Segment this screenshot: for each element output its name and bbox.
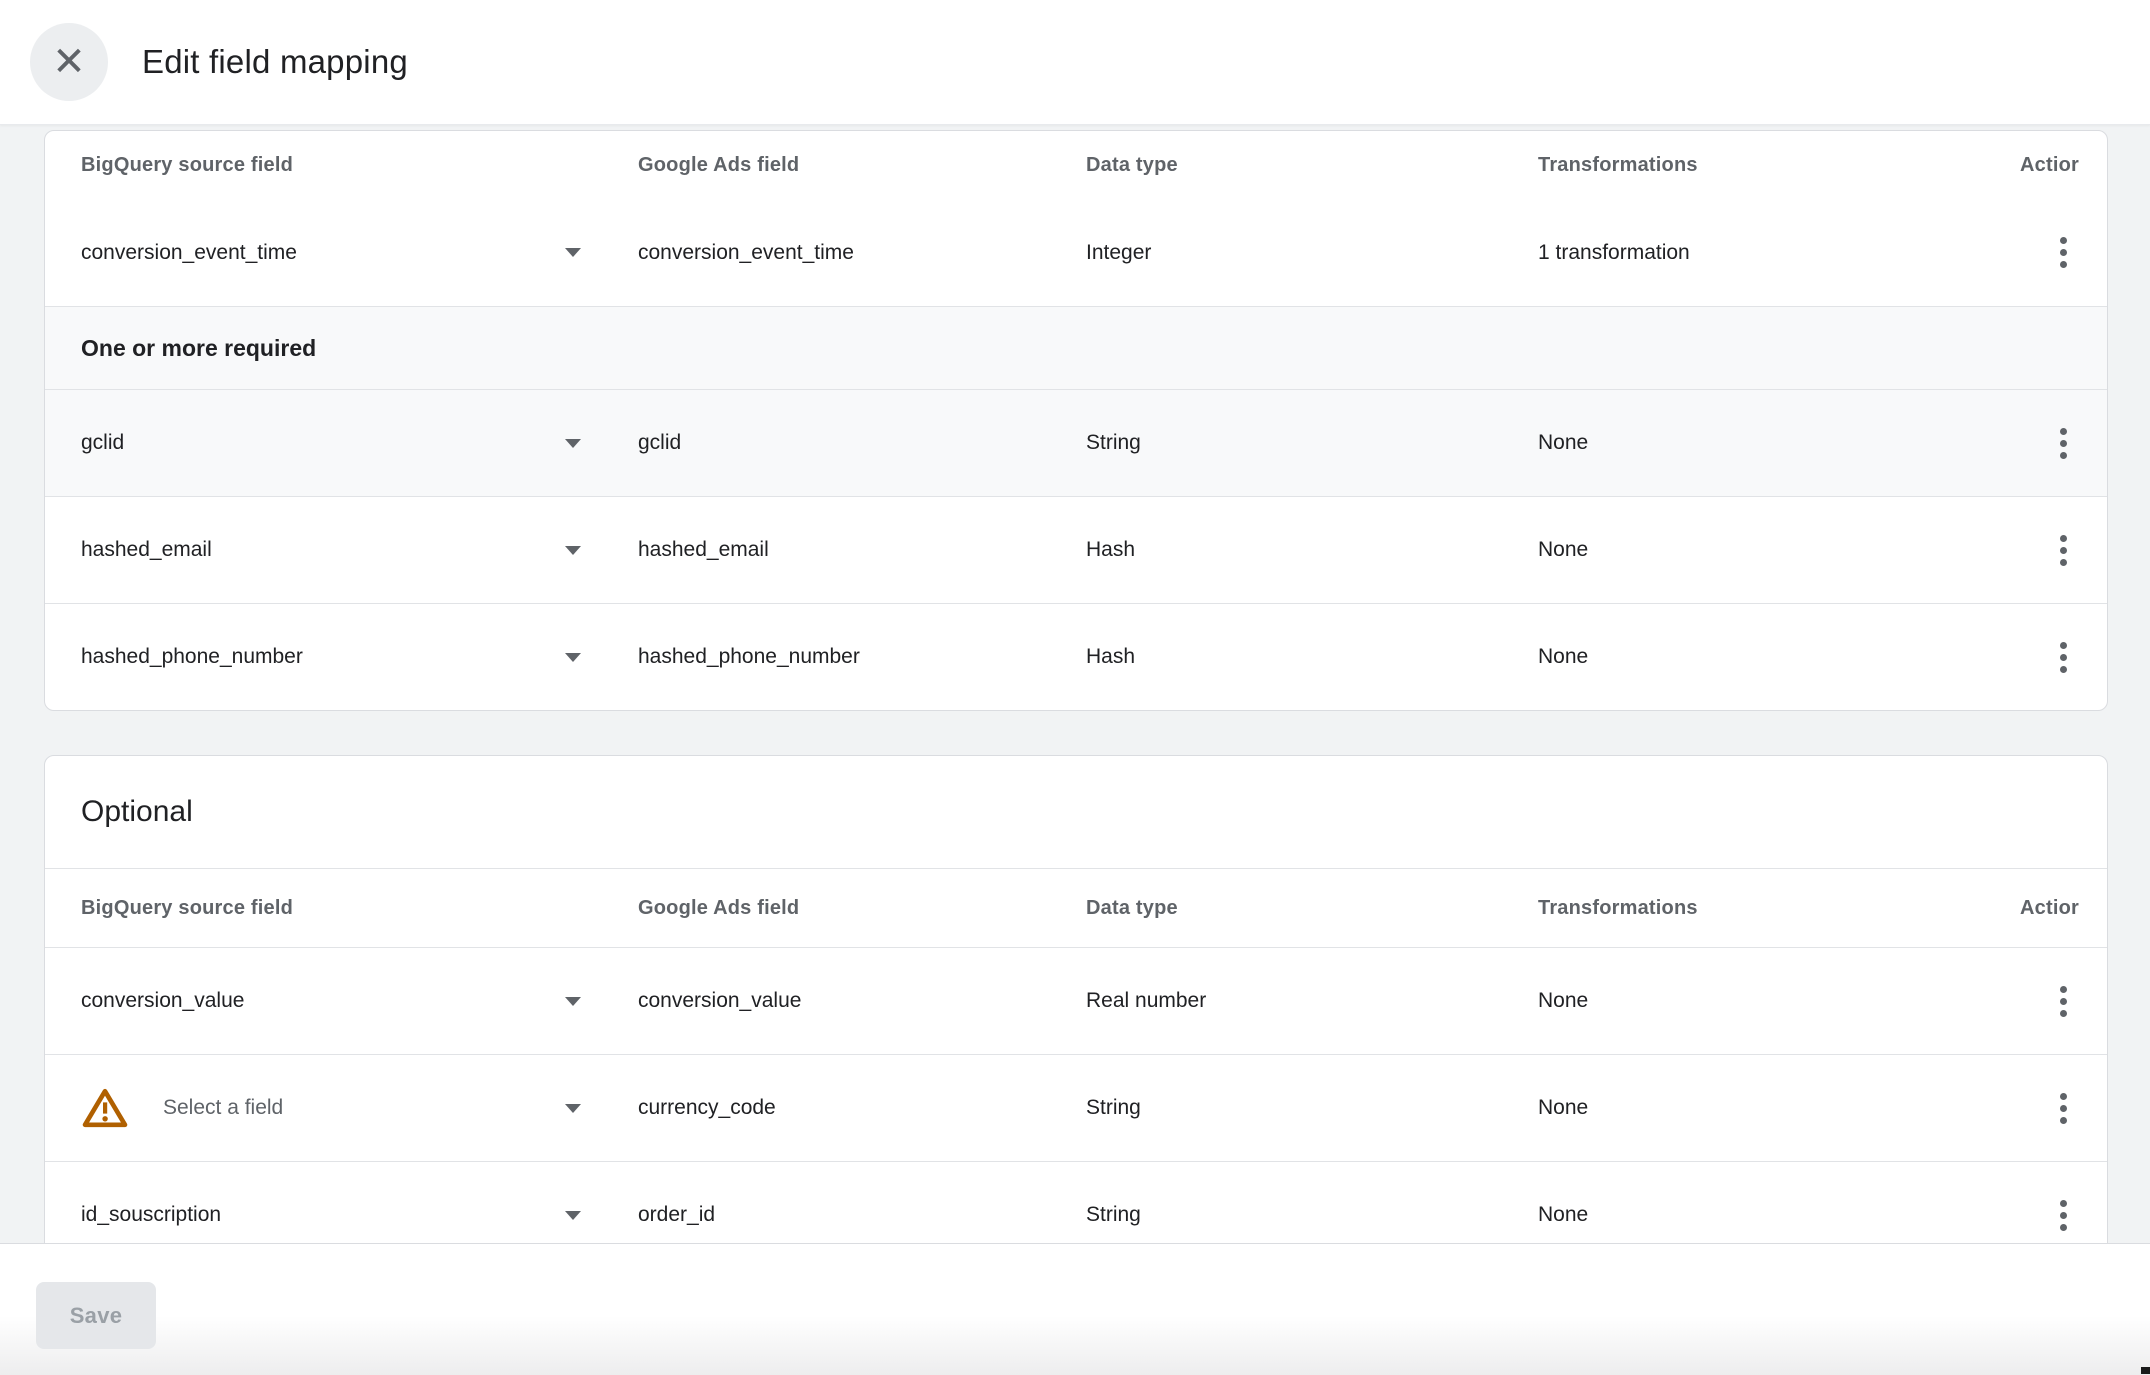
source-field-select[interactable]: hashed_email <box>45 538 638 562</box>
data-type-value: String <box>1086 431 1538 455</box>
source-field-value: conversion_event_time <box>81 241 297 265</box>
source-field-value: conversion_value <box>81 989 244 1013</box>
source-field-select[interactable]: hashed_phone_number <box>45 645 638 669</box>
kebab-menu-icon[interactable] <box>2056 1193 2071 1237</box>
source-field-value: gclid <box>81 431 124 455</box>
kebab-menu-icon[interactable] <box>2056 231 2071 275</box>
chevron-down-icon <box>565 997 581 1006</box>
column-header-data-type: Data type <box>1086 154 1538 177</box>
field-mapping-row: conversion_value conversion_value Real n… <box>45 947 2107 1054</box>
field-mapping-row: conversion_event_time conversion_event_t… <box>45 199 2107 306</box>
data-type-value: String <box>1086 1096 1538 1120</box>
column-header-bigquery-source-field: BigQuery source field <box>45 897 638 920</box>
optional-fields-card: Optional BigQuery source field Google Ad… <box>44 755 2108 1275</box>
google-ads-field-value: hashed_email <box>638 538 1086 562</box>
transformations-value: None <box>1538 989 1989 1013</box>
source-field-select[interactable]: conversion_value <box>45 989 638 1013</box>
source-field-select[interactable]: Select a field <box>45 1086 638 1130</box>
source-field-value: id_souscription <box>81 1203 221 1227</box>
chevron-down-icon <box>565 439 581 448</box>
column-header-action: Actior <box>1989 154 2107 177</box>
page-title: Edit field mapping <box>142 43 408 81</box>
chevron-down-icon <box>565 546 581 555</box>
chevron-down-icon <box>565 653 581 662</box>
section-header-row: One or more required <box>45 306 2107 389</box>
transformations-value: None <box>1538 645 1989 669</box>
data-type-value: Hash <box>1086 538 1538 562</box>
kebab-menu-icon[interactable] <box>2056 1086 2071 1130</box>
transformations-value: None <box>1538 1096 1989 1120</box>
data-type-value: Real number <box>1086 989 1538 1013</box>
required-fields-card: BigQuery source field Google Ads field D… <box>44 130 2108 711</box>
column-header-google-ads-field: Google Ads field <box>638 154 1086 177</box>
google-ads-field-value: currency_code <box>638 1096 1086 1120</box>
screen-corner-artifact <box>2141 1367 2150 1374</box>
source-field-select[interactable]: conversion_event_time <box>45 241 638 265</box>
table-header-row: BigQuery source field Google Ads field D… <box>45 869 2107 947</box>
source-field-select[interactable]: id_souscription <box>45 1203 638 1227</box>
transformations-value: None <box>1538 538 1989 562</box>
close-icon: ✕ <box>52 42 86 82</box>
column-header-transformations: Transformations <box>1538 154 1989 177</box>
google-ads-field-value: conversion_value <box>638 989 1086 1013</box>
data-type-value: Hash <box>1086 645 1538 669</box>
field-mapping-row: hashed_email hashed_email Hash None <box>45 496 2107 603</box>
column-header-data-type: Data type <box>1086 897 1538 920</box>
google-ads-field-value: gclid <box>638 431 1086 455</box>
warning-icon <box>81 1086 129 1130</box>
field-mapping-row: gclid gclid String None <box>45 389 2107 496</box>
source-field-select[interactable]: gclid <box>45 431 638 455</box>
chevron-down-icon <box>565 248 581 257</box>
kebab-menu-icon[interactable] <box>2056 635 2071 679</box>
close-button[interactable]: ✕ <box>30 23 108 101</box>
google-ads-field-value: order_id <box>638 1203 1086 1227</box>
transformations-value: 1 transformation <box>1538 241 1989 265</box>
chevron-down-icon <box>565 1211 581 1220</box>
kebab-menu-icon[interactable] <box>2056 528 2071 572</box>
data-type-value: Integer <box>1086 241 1538 265</box>
google-ads-field-value: conversion_event_time <box>638 241 1086 265</box>
data-type-value: String <box>1086 1203 1538 1227</box>
google-ads-field-value: hashed_phone_number <box>638 645 1086 669</box>
dialog-header: ✕ Edit field mapping <box>0 0 2150 125</box>
column-header-google-ads-field: Google Ads field <box>638 897 1086 920</box>
optional-title-row: Optional <box>45 756 2107 869</box>
transformations-value: None <box>1538 1203 1989 1227</box>
source-field-value: hashed_phone_number <box>81 645 303 669</box>
footer-action-bar: Save <box>0 1243 2150 1375</box>
column-header-transformations: Transformations <box>1538 897 1989 920</box>
kebab-menu-icon[interactable] <box>2056 979 2071 1023</box>
source-field-placeholder: Select a field <box>163 1096 283 1120</box>
section-label: One or more required <box>45 335 2107 362</box>
chevron-down-icon <box>565 1104 581 1113</box>
table-header-row: BigQuery source field Google Ads field D… <box>45 131 2107 199</box>
column-header-action: Actior <box>1989 897 2107 920</box>
save-button[interactable]: Save <box>36 1282 156 1349</box>
transformations-value: None <box>1538 431 1989 455</box>
field-mapping-row: Select a field currency_code String None <box>45 1054 2107 1161</box>
source-field-value: hashed_email <box>81 538 212 562</box>
field-mapping-row: hashed_phone_number hashed_phone_number … <box>45 603 2107 710</box>
optional-section-title: Optional <box>45 795 2107 829</box>
column-header-bigquery-source-field: BigQuery source field <box>45 154 638 177</box>
kebab-menu-icon[interactable] <box>2056 421 2071 465</box>
